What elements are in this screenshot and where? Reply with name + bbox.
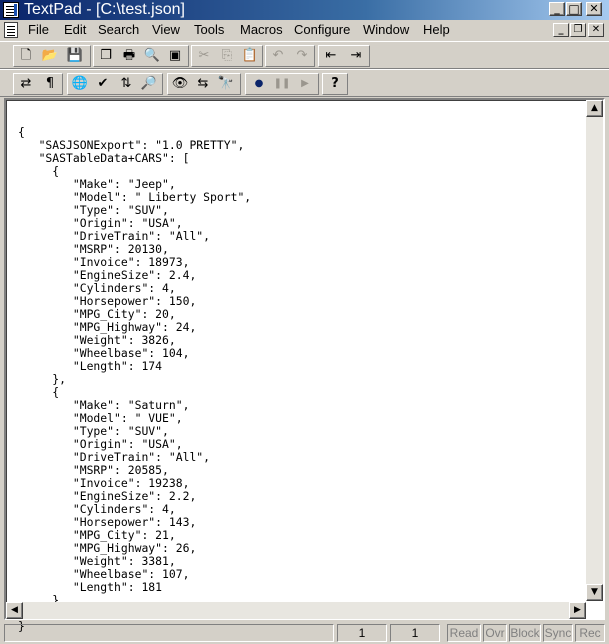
document-system-icon[interactable]: [4, 22, 18, 38]
document-view-icon[interactable]: ▣: [164, 45, 186, 66]
menu-help[interactable]: Help: [423, 20, 450, 40]
print-preview-icon[interactable]: 🔍: [141, 45, 163, 66]
horizontal-scrollbar[interactable]: ◀ ▶: [6, 602, 586, 619]
sort-icon[interactable]: ⇅: [115, 73, 137, 94]
editor-text[interactable]: { "SASJSONExport": "1.0 PRETTY", "SASTab…: [18, 100, 251, 644]
status-read-indicator: Read: [447, 624, 481, 642]
copy-icon[interactable]: ⎘: [216, 45, 238, 66]
indent-icon[interactable]: ⇥: [345, 45, 367, 66]
status-record-indicator: Rec: [575, 624, 605, 642]
status-message-pane: [4, 624, 334, 642]
scroll-left-button[interactable]: ◀: [6, 602, 23, 619]
status-bar: 1 1 Read Ovr Block Sync Rec: [0, 622, 609, 644]
binoculars-icon[interactable]: 🔭: [215, 73, 237, 94]
web-globe-icon[interactable]: 🌐: [69, 73, 91, 94]
replace-icon[interactable]: ⇆: [192, 73, 214, 94]
document-close-button[interactable]: ✕: [588, 23, 604, 37]
menu-macros[interactable]: Macros: [240, 20, 283, 40]
pause-macro-icon[interactable]: ❚❚: [271, 73, 293, 94]
status-line-number: 1: [337, 624, 387, 642]
outdent-icon[interactable]: ⇤: [320, 45, 342, 66]
new-file-icon[interactable]: 🗋: [15, 45, 37, 66]
maximize-button[interactable]: □: [566, 2, 582, 16]
document-restore-button[interactable]: ❐: [570, 23, 586, 37]
menu-view[interactable]: View: [152, 20, 180, 40]
menu-bar: File Edit Search View Tools Macros Confi…: [0, 20, 609, 40]
context-help-icon[interactable]: ?: [324, 73, 346, 94]
status-sync-indicator: Sync: [543, 624, 573, 642]
vertical-scrollbar[interactable]: ▲ ▼: [586, 100, 603, 601]
standard-toolbar: 🗋 📂 💾 ❐ 🖶 🔍 ▣ ✂ ⎘ 📋 ↶ ↷ ⇤ ⇥: [0, 41, 609, 69]
cut-icon[interactable]: ✂: [193, 45, 215, 66]
window-title: TextPad - [C:\test.json]: [24, 1, 185, 18]
status-overwrite-indicator: Ovr: [483, 624, 507, 642]
find-in-files-icon[interactable]: 🔎: [138, 73, 160, 94]
paragraph-icon[interactable]: ¶: [39, 73, 61, 94]
close-button[interactable]: ✕: [586, 2, 602, 16]
play-macro-icon[interactable]: ▶: [294, 73, 316, 94]
menu-search[interactable]: Search: [98, 20, 139, 40]
redo-icon[interactable]: ↷: [291, 45, 313, 66]
paste-icon[interactable]: 📋: [239, 45, 261, 66]
scroll-down-button[interactable]: ▼: [586, 584, 603, 601]
tools-toolbar: ⇄ ¶ 🌐 ✔ ⇅ 🔎 👁 ⇆ 🔭 ● ❚❚ ▶ ?: [0, 69, 609, 97]
menu-configure[interactable]: Configure: [294, 20, 350, 40]
document-minimize-button[interactable]: _: [553, 23, 569, 37]
textpad-app-icon[interactable]: [3, 2, 19, 18]
scroll-up-button[interactable]: ▲: [586, 100, 603, 117]
scroll-right-button[interactable]: ▶: [569, 602, 586, 619]
save-icon[interactable]: 💾: [64, 45, 86, 66]
menu-edit[interactable]: Edit: [64, 20, 86, 40]
open-folder-icon[interactable]: 📂: [39, 45, 61, 66]
undo-icon[interactable]: ↶: [267, 45, 289, 66]
word-wrap-icon[interactable]: ⇄: [15, 73, 37, 94]
record-macro-icon[interactable]: ●: [248, 73, 270, 94]
status-block-indicator: Block: [509, 624, 541, 642]
menu-file[interactable]: File: [28, 20, 49, 40]
menu-window[interactable]: Window: [363, 20, 409, 40]
menu-tools[interactable]: Tools: [194, 20, 224, 40]
multi-document-icon[interactable]: ❐: [95, 45, 117, 66]
view-visible-icon[interactable]: 👁: [169, 73, 191, 94]
spell-check-icon[interactable]: ✔: [92, 73, 114, 94]
print-icon[interactable]: 🖶: [118, 45, 140, 66]
minimize-button[interactable]: _: [549, 2, 565, 16]
editor-pane[interactable]: { "SASJSONExport": "1.0 PRETTY", "SASTab…: [4, 98, 605, 633]
title-bar: TextPad - [C:\test.json] _ □ ✕: [0, 0, 609, 20]
status-column-number: 1: [390, 624, 440, 642]
